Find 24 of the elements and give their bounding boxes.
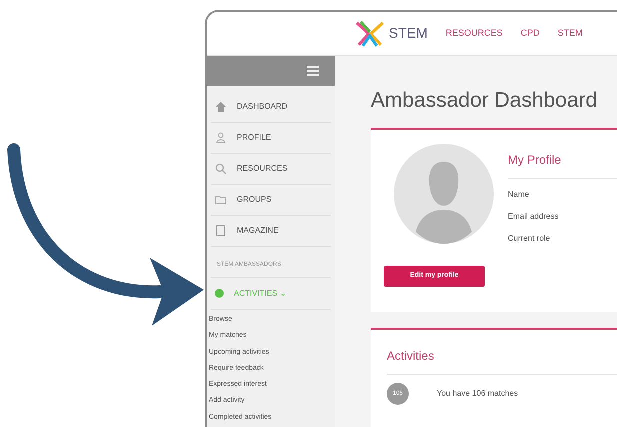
match-count-text: You have 106 matches — [437, 388, 518, 400]
menu-icon[interactable] — [307, 66, 319, 76]
nav-link[interactable]: CPD — [520, 26, 540, 40]
page-title: Ambassador Dashboard — [371, 90, 598, 112]
logo-icon — [355, 20, 385, 48]
card-heading: Activities — [387, 349, 434, 363]
search-icon — [215, 163, 227, 175]
sidebar-item[interactable]: DASHBOARD — [211, 92, 331, 123]
logo-text: STEM — [389, 24, 428, 43]
nav-link[interactable]: STEM — [558, 26, 583, 40]
sidebar-item[interactable]: MAGAZINE — [211, 216, 331, 247]
person-icon — [215, 132, 227, 144]
sidebar-item[interactable]: GROUPS — [211, 185, 331, 216]
folder-icon — [215, 194, 227, 206]
field-label: Current role — [508, 233, 552, 245]
home-icon — [215, 101, 227, 113]
status-dot-icon — [215, 289, 224, 298]
card-heading: My Profile — [508, 153, 562, 167]
nav-link[interactable]: RESOURCES — [446, 26, 503, 40]
field-label: Name — [508, 189, 530, 201]
page-icon — [215, 225, 227, 237]
sidebar-item[interactable]: PROFILE — [211, 123, 331, 154]
field-label: Email address — [508, 211, 560, 223]
sidebar-item[interactable]: RESOURCES — [211, 154, 331, 185]
